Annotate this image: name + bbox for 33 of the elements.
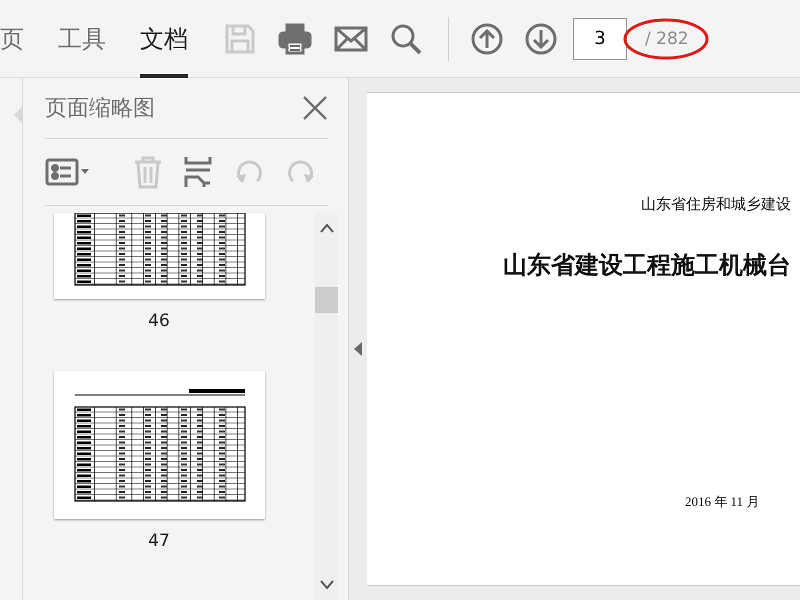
scrollbar[interactable] xyxy=(315,213,338,600)
extract-button[interactable] xyxy=(183,155,213,189)
scrollbar-thumb[interactable] xyxy=(315,287,338,313)
print-button[interactable] xyxy=(278,22,312,54)
trash-icon xyxy=(133,155,163,189)
page-count: / 282 xyxy=(645,28,689,48)
tab[interactable]: 工具 xyxy=(58,0,106,78)
previous-page-button[interactable] xyxy=(471,22,503,54)
date-text: 2016 年 11 月 xyxy=(685,493,760,511)
document-title: 山东省建设工程施工机械台 xyxy=(503,251,792,281)
close-icon xyxy=(302,95,328,121)
issuer-text: 山东省住房和城乡建设 xyxy=(641,195,792,214)
close-button[interactable] xyxy=(302,95,328,121)
page-number-label: 46 xyxy=(148,311,170,331)
search-icon xyxy=(390,22,422,54)
printer-icon xyxy=(278,22,312,54)
panel-title: 页面缩略图 xyxy=(45,95,155,123)
email-button[interactable] xyxy=(334,26,368,52)
options-button[interactable] xyxy=(45,158,91,186)
left-triangle-icon xyxy=(354,342,362,356)
next-page-button[interactable] xyxy=(525,22,557,54)
tab[interactable]: 页 xyxy=(0,0,24,78)
save-icon xyxy=(224,22,256,54)
chevron-down-icon xyxy=(320,580,334,590)
collapse-panel-button[interactable] xyxy=(354,342,362,356)
page-extract-icon xyxy=(183,155,213,189)
page-number-label: 47 xyxy=(148,531,170,551)
page-number-field[interactable]: 3 xyxy=(573,18,627,60)
envelope-icon xyxy=(334,26,368,52)
search-button[interactable] xyxy=(390,22,422,54)
list-options-icon xyxy=(45,158,91,186)
chevron-up-icon xyxy=(320,223,334,233)
page-thumbnail[interactable] xyxy=(54,371,264,519)
